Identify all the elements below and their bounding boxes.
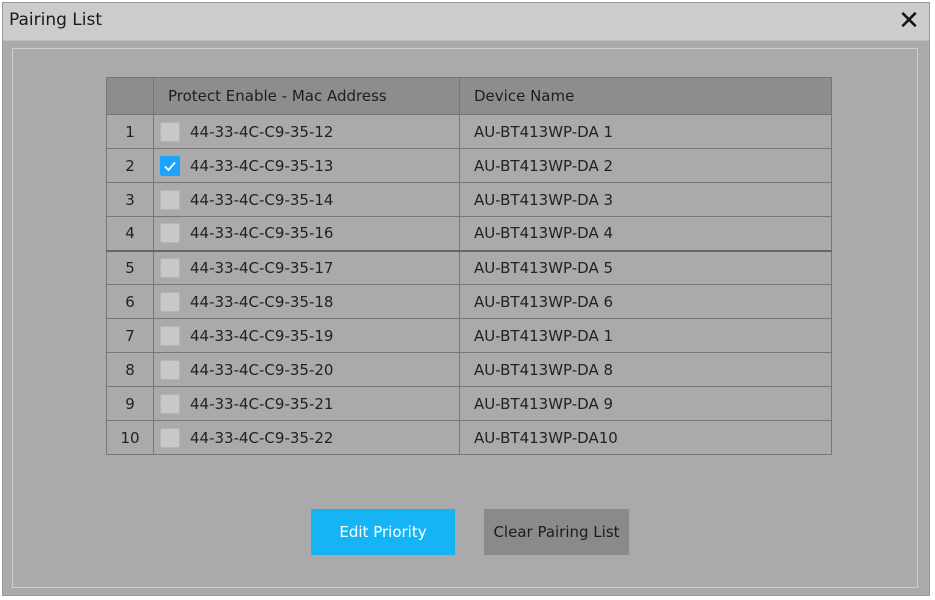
mac-address: 44-33-4C-C9-35-21 bbox=[190, 394, 334, 413]
protect-enable-checkbox[interactable] bbox=[160, 121, 180, 142]
device-name: AU-BT413WP-DA 3 bbox=[459, 182, 832, 217]
protect-enable-checkbox[interactable] bbox=[160, 223, 180, 244]
row-index: 10 bbox=[106, 420, 154, 455]
row-index: 7 bbox=[106, 318, 154, 353]
device-name: AU-BT413WP-DA10 bbox=[459, 420, 832, 455]
table-row: 2 44-33-4C-C9-35-13 AU-BT413WP-DA 2 bbox=[106, 148, 832, 183]
mac-cell: 44-33-4C-C9-35-17 bbox=[153, 249, 460, 285]
mac-address: 44-33-4C-C9-35-16 bbox=[190, 224, 334, 243]
mac-cell-content: 44-33-4C-C9-35-18 bbox=[160, 291, 459, 312]
mac-cell: 44-33-4C-C9-35-16 bbox=[153, 216, 460, 251]
mac-cell-content: 44-33-4C-C9-35-12 bbox=[160, 121, 459, 142]
protect-enable-checkbox[interactable] bbox=[160, 359, 180, 380]
row-index: 2 bbox=[106, 148, 154, 183]
mac-cell-content: 44-33-4C-C9-35-14 bbox=[160, 189, 459, 210]
checkmark-icon bbox=[164, 161, 176, 171]
header-index bbox=[106, 77, 154, 115]
mac-cell: 44-33-4C-C9-35-21 bbox=[153, 386, 460, 421]
mac-cell-content: 44-33-4C-C9-35-13 bbox=[160, 155, 459, 176]
table-header-row: Protect Enable - Mac Address Device Name bbox=[106, 77, 832, 115]
device-name: AU-BT413WP-DA 4 bbox=[459, 216, 832, 251]
mac-cell-content: 44-33-4C-C9-35-20 bbox=[160, 359, 459, 380]
row-index: 8 bbox=[106, 352, 154, 387]
protect-enable-checkbox[interactable] bbox=[160, 189, 180, 210]
mac-cell-content: 44-33-4C-C9-35-21 bbox=[160, 393, 459, 414]
mac-address: 44-33-4C-C9-35-18 bbox=[190, 292, 334, 311]
header-device-name: Device Name bbox=[459, 77, 832, 115]
mac-cell: 44-33-4C-C9-35-19 bbox=[153, 318, 460, 353]
row-index: 6 bbox=[106, 284, 154, 319]
mac-cell: 44-33-4C-C9-35-13 bbox=[153, 148, 460, 183]
protect-enable-checkbox[interactable] bbox=[160, 257, 180, 278]
table-row: 7 44-33-4C-C9-35-19 AU-BT413WP-DA 1 bbox=[106, 318, 832, 353]
table-row: 1 44-33-4C-C9-35-12 AU-BT413WP-DA 1 bbox=[106, 114, 832, 149]
pairing-table: Protect Enable - Mac Address Device Name… bbox=[106, 77, 832, 455]
protect-enable-checkbox[interactable] bbox=[160, 291, 180, 312]
mac-cell: 44-33-4C-C9-35-22 bbox=[153, 420, 460, 455]
table-row: 8 44-33-4C-C9-35-20 AU-BT413WP-DA 8 bbox=[106, 352, 832, 387]
mac-cell: 44-33-4C-C9-35-14 bbox=[153, 182, 460, 217]
device-name: AU-BT413WP-DA 1 bbox=[459, 318, 832, 353]
mac-cell: 44-33-4C-C9-35-12 bbox=[153, 114, 460, 149]
row-index: 1 bbox=[106, 114, 154, 149]
protect-enable-checkbox[interactable] bbox=[160, 325, 180, 346]
device-name: AU-BT413WP-DA 8 bbox=[459, 352, 832, 387]
protect-enable-checkbox[interactable] bbox=[160, 393, 180, 414]
device-name: AU-BT413WP-DA 1 bbox=[459, 114, 832, 149]
protect-enable-checkbox[interactable] bbox=[160, 155, 180, 176]
row-index: 5 bbox=[106, 249, 154, 285]
table-row: 9 44-33-4C-C9-35-21 AU-BT413WP-DA 9 bbox=[106, 386, 832, 421]
mac-address: 44-33-4C-C9-35-12 bbox=[190, 122, 334, 141]
title-bar: Pairing List ✕ bbox=[3, 3, 929, 41]
mac-cell-content: 44-33-4C-C9-35-22 bbox=[160, 427, 459, 448]
device-name: AU-BT413WP-DA 2 bbox=[459, 148, 832, 183]
mac-cell: 44-33-4C-C9-35-20 bbox=[153, 352, 460, 387]
device-name: AU-BT413WP-DA 5 bbox=[459, 249, 832, 285]
dialog-title: Pairing List bbox=[9, 10, 103, 30]
close-icon[interactable]: ✕ bbox=[895, 7, 923, 35]
header-mac-address: Protect Enable - Mac Address bbox=[153, 77, 460, 115]
mac-cell-content: 44-33-4C-C9-35-17 bbox=[160, 257, 459, 278]
row-index: 9 bbox=[106, 386, 154, 421]
mac-address: 44-33-4C-C9-35-20 bbox=[190, 360, 334, 379]
edit-priority-button[interactable]: Edit Priority bbox=[311, 509, 455, 555]
row-index: 4 bbox=[106, 216, 154, 251]
protect-enable-checkbox[interactable] bbox=[160, 427, 180, 448]
table-row: 4 44-33-4C-C9-35-16 AU-BT413WP-DA 4 bbox=[106, 216, 832, 251]
mac-address: 44-33-4C-C9-35-13 bbox=[190, 156, 334, 175]
mac-cell-content: 44-33-4C-C9-35-19 bbox=[160, 325, 459, 346]
mac-address: 44-33-4C-C9-35-22 bbox=[190, 428, 334, 447]
row-index: 3 bbox=[106, 182, 154, 217]
clear-pairing-list-button[interactable]: Clear Pairing List bbox=[484, 509, 629, 555]
mac-address: 44-33-4C-C9-35-14 bbox=[190, 190, 334, 209]
mac-address: 44-33-4C-C9-35-19 bbox=[190, 326, 334, 345]
device-name: AU-BT413WP-DA 9 bbox=[459, 386, 832, 421]
table-row: 5 44-33-4C-C9-35-17 AU-BT413WP-DA 5 bbox=[106, 249, 832, 285]
mac-cell-content: 44-33-4C-C9-35-16 bbox=[160, 223, 459, 244]
mac-address: 44-33-4C-C9-35-17 bbox=[190, 258, 334, 277]
table-body: 1 44-33-4C-C9-35-12 AU-BT413WP-DA 1 2 44-33-… bbox=[106, 114, 832, 455]
mac-cell: 44-33-4C-C9-35-18 bbox=[153, 284, 460, 319]
device-name: AU-BT413WP-DA 6 bbox=[459, 284, 832, 319]
table-row: 6 44-33-4C-C9-35-18 AU-BT413WP-DA 6 bbox=[106, 284, 832, 319]
table-row: 10 44-33-4C-C9-35-22 AU-BT413WP-DA10 bbox=[106, 420, 832, 455]
table-row: 3 44-33-4C-C9-35-14 AU-BT413WP-DA 3 bbox=[106, 182, 832, 217]
